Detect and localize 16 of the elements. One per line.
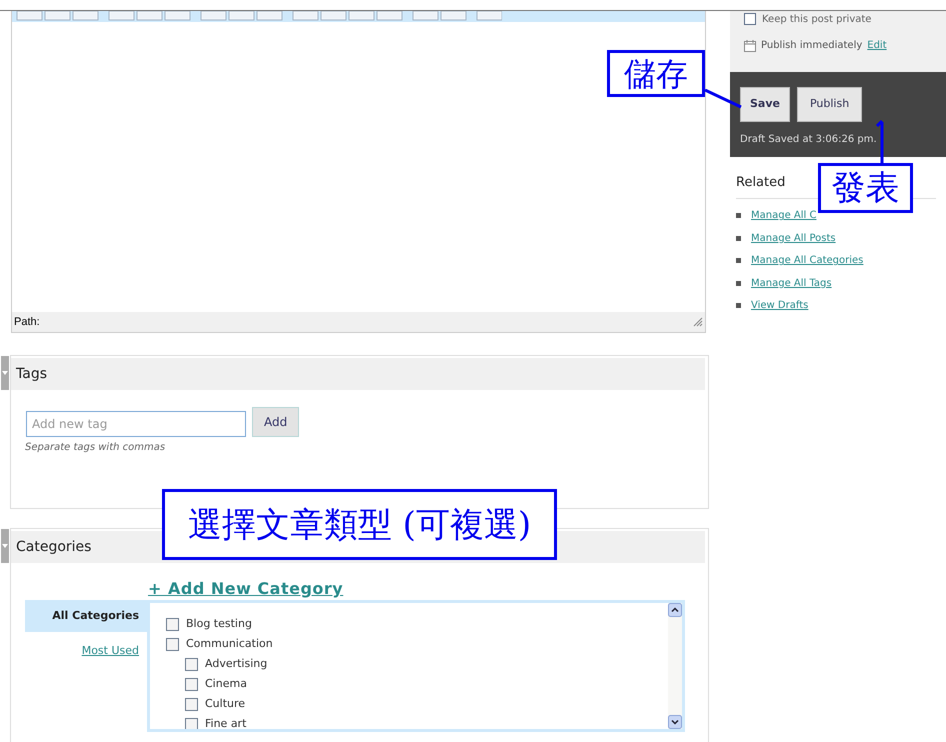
draft-status: Draft Saved at 3:06:26 pm.: [740, 133, 878, 147]
category-label: Fine art: [205, 716, 246, 729]
category-label: Blog testing: [186, 616, 252, 632]
annotation-tooltip: 儲存: [607, 50, 705, 97]
schedule-text: Publish immediately: [761, 39, 862, 53]
category-label: Cinema: [205, 676, 247, 692]
annotation-tooltip: 發表: [818, 163, 913, 213]
tags-hint: Separate tags with commas: [24, 441, 166, 455]
private-label: Keep this post private: [762, 12, 872, 26]
panel-title: Tags: [16, 364, 47, 384]
category-label: Communication: [186, 636, 273, 652]
panel-title: Categories: [16, 538, 92, 556]
annotation-tooltip: 選擇文章類型 (可複選): [162, 489, 557, 560]
category-label: Advertising: [205, 656, 268, 672]
path-label: Path:: [14, 314, 40, 330]
category-label: Culture: [205, 696, 246, 712]
